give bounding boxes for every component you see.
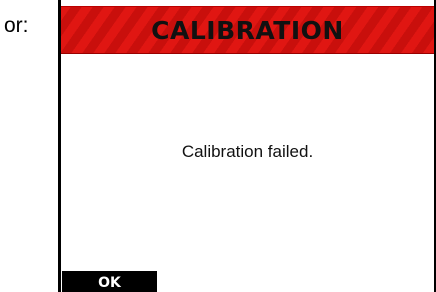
prefix-label: or: bbox=[4, 14, 29, 37]
ok-button-label: OK bbox=[98, 275, 121, 291]
stage: or: CALIBRATION Calibration failed. OK bbox=[0, 0, 436, 292]
dialog-message: Calibration failed. bbox=[181, 142, 314, 161]
device-screen: CALIBRATION Calibration failed. OK bbox=[58, 0, 436, 292]
ok-button[interactable]: OK bbox=[62, 271, 157, 292]
title-bar: CALIBRATION bbox=[61, 6, 434, 54]
dialog-title: CALIBRATION bbox=[151, 15, 344, 45]
